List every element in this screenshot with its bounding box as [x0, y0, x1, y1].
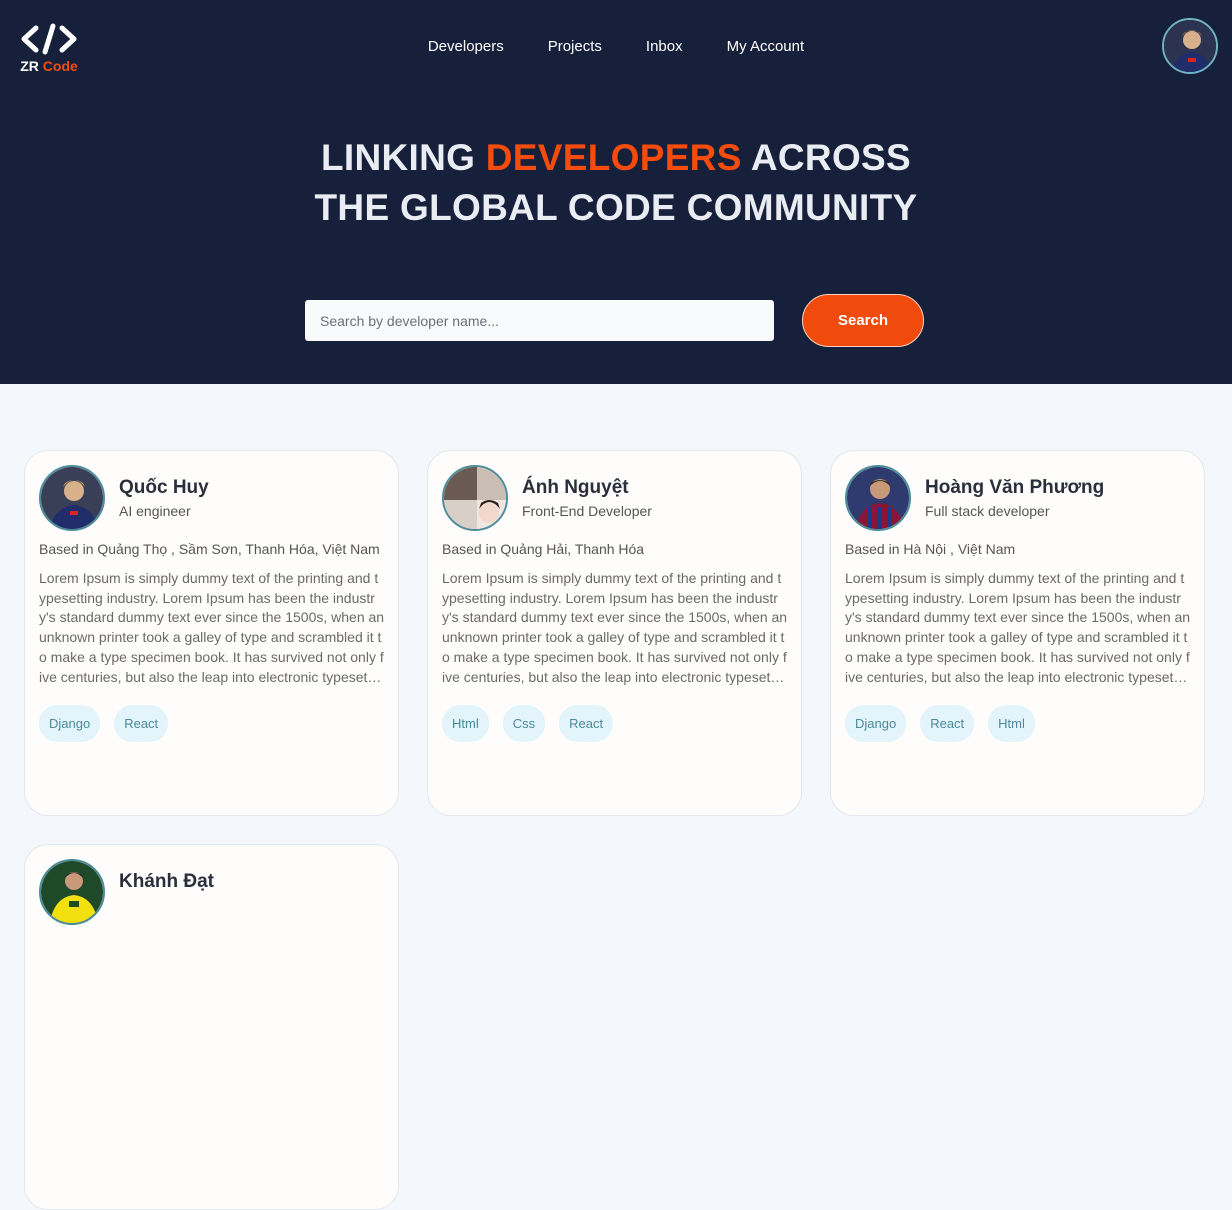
- nav-developers[interactable]: Developers: [428, 38, 504, 55]
- nav-my-account[interactable]: My Account: [727, 38, 805, 55]
- developer-bio: Lorem Ipsum is simply dummy text of the …: [442, 570, 788, 685]
- developer-name[interactable]: Ánh Nguyệt: [522, 477, 629, 499]
- developer-role: Full stack developer: [925, 503, 1050, 519]
- logo-text: ZR Code: [20, 58, 78, 74]
- developer-name[interactable]: Quốc Huy: [119, 477, 209, 499]
- skill-tag[interactable]: Html: [442, 705, 489, 742]
- developer-card[interactable]: Hoàng Văn Phương Full stack developer Ba…: [830, 450, 1205, 816]
- skill-tag[interactable]: React: [559, 705, 614, 742]
- developer-avatar: [39, 859, 105, 925]
- developer-location: Based in Quảng Hải, Thanh Hóa: [442, 541, 645, 557]
- developer-avatar: [442, 465, 508, 531]
- developer-name[interactable]: Hoàng Văn Phương: [925, 477, 1104, 499]
- skill-tags: Django React Html: [845, 705, 1035, 742]
- nav-inbox[interactable]: Inbox: [646, 38, 683, 55]
- skill-tags: Html Css React: [442, 705, 614, 742]
- developer-role: AI engineer: [119, 503, 191, 519]
- skill-tags: Django React: [39, 705, 169, 742]
- developer-card[interactable]: Ánh Nguyệt Front-End Developer Based in …: [427, 450, 802, 816]
- developer-location: Based in Hà Nội , Việt Nam: [845, 541, 1016, 557]
- developer-card[interactable]: Quốc Huy AI engineer Based in Quảng Thọ …: [24, 450, 399, 816]
- skill-tag[interactable]: Django: [39, 705, 101, 742]
- developer-bio: Lorem Ipsum is simply dummy text of the …: [39, 570, 385, 685]
- user-avatar[interactable]: [1162, 18, 1218, 74]
- main-nav: Developers Projects Inbox My Account: [0, 38, 1232, 55]
- search-input[interactable]: [305, 300, 774, 341]
- skill-tag[interactable]: React: [114, 705, 169, 742]
- user-avatar-image: [1164, 20, 1216, 72]
- skill-tag[interactable]: Django: [845, 705, 907, 742]
- page-headline: LINKING DEVELOPERS ACROSS THE GLOBAL COD…: [314, 137, 918, 228]
- developer-card[interactable]: Khánh Đạt: [24, 844, 399, 1210]
- skill-tag[interactable]: Css: [502, 705, 546, 742]
- hero-header: ZR Code Developers Projects Inbox My Acc…: [0, 0, 1232, 384]
- nav-projects[interactable]: Projects: [548, 38, 602, 55]
- developer-avatar: [845, 465, 911, 531]
- developer-location: Based in Quảng Thọ , Sầm Sơn, Thanh Hóa,…: [39, 541, 380, 557]
- search-button[interactable]: Search: [802, 294, 924, 347]
- developer-role: Front-End Developer: [522, 503, 652, 519]
- search-form: Search: [305, 294, 924, 347]
- skill-tag[interactable]: React: [920, 705, 975, 742]
- developer-name[interactable]: Khánh Đạt: [119, 871, 214, 893]
- developer-bio: Lorem Ipsum is simply dummy text of the …: [845, 570, 1191, 685]
- skill-tag[interactable]: Html: [988, 705, 1035, 742]
- developer-avatar: [39, 465, 105, 531]
